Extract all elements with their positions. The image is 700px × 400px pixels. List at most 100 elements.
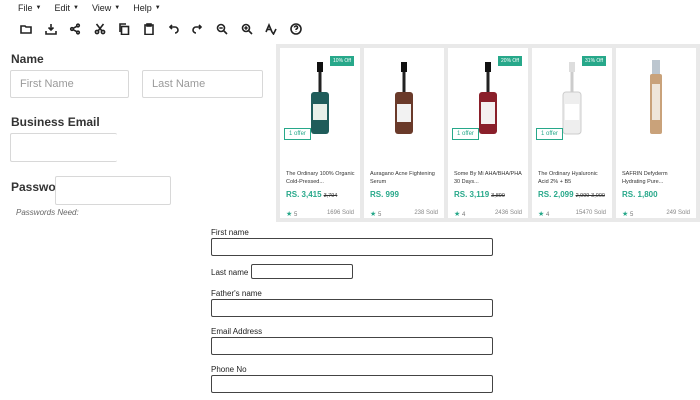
original-price: 3,794 (323, 193, 338, 199)
zoom-out-icon (216, 23, 228, 35)
menu-edit[interactable]: Edit ▼ (54, 3, 78, 13)
open-folder-icon (20, 25, 33, 34)
menu-help[interactable]: Help ▼ (133, 3, 160, 13)
star-icon: ★ (370, 211, 377, 218)
spellcheck-button[interactable] (259, 19, 284, 39)
undo-button[interactable] (161, 19, 186, 39)
copy-icon (119, 23, 130, 35)
current-price: RS. 2,099 (538, 190, 574, 199)
first-name-field[interactable] (211, 238, 493, 256)
star-icon: ★ (622, 211, 629, 218)
download-button[interactable] (39, 19, 64, 39)
product-rating: ★ 4 (538, 210, 549, 218)
product-name: SAFRIN Defyderm Hydrating Pure... (622, 171, 668, 185)
zoom-out-button[interactable] (210, 19, 235, 39)
product-price: RS. 3,415 3,794 (286, 190, 337, 199)
menu-edit-label: Edit (54, 3, 70, 13)
last-name-input[interactable]: Last Name (142, 70, 263, 98)
email-field[interactable] (211, 337, 493, 355)
help-button[interactable] (284, 19, 309, 39)
product-name: The Ordinary Hyaluronic Acid 2% + B5 (538, 171, 598, 185)
copy-button[interactable] (112, 19, 137, 39)
product-rating: ★ 5 (286, 210, 297, 218)
product-name: The Ordinary 100% Organic Cold-Pressed..… (286, 171, 355, 185)
rating-value: 4 (461, 212, 466, 218)
last-name-label: Last name (211, 268, 249, 277)
chevron-down-icon: ▼ (154, 5, 161, 11)
spellcheck-icon (265, 23, 277, 35)
product-card[interactable]: 10% Off 1 offer The Ordinary 100% Organi… (280, 48, 360, 218)
fathers-name-field[interactable] (211, 299, 493, 317)
first-name-label: First name (211, 228, 249, 237)
rating-value: 4 (545, 212, 550, 218)
chevron-down-icon: ▼ (72, 5, 79, 11)
first-name-input[interactable]: First Name (10, 70, 129, 98)
open-folder-button[interactable] (14, 19, 39, 39)
product-card[interactable]: 31% Off 1 offer The Ordinary Hyaluronic … (532, 48, 612, 218)
share-icon (70, 23, 81, 35)
serum-bottle-image (650, 60, 662, 134)
product-card[interactable]: 20% Off 1 offer Some By Mi AHA/BHA/PHA 3… (448, 48, 528, 218)
star-icon: ★ (286, 211, 293, 218)
rating-value: 5 (377, 212, 382, 218)
cut-icon (94, 23, 106, 35)
cut-button[interactable] (88, 19, 113, 39)
product-card[interactable]: Auragano Acne Fightening Serum RS. 999 ★… (364, 48, 444, 218)
product-rating: ★ 5 (370, 210, 381, 218)
chevron-down-icon: ▼ (35, 5, 42, 11)
phone-label: Phone No (211, 365, 247, 374)
undo-icon (169, 24, 179, 34)
sold-count: 249 Sold (666, 210, 690, 216)
serum-bottle-image (479, 62, 497, 134)
fathers-name-label: Father's name (211, 289, 262, 298)
signup-form: Name First Name Last Name Business Email… (0, 44, 275, 224)
current-price: RS. 3,415 (286, 190, 322, 199)
offer-tag: 1 offer (536, 128, 563, 140)
serum-bottle-image (395, 62, 413, 134)
serum-bottle-image (562, 62, 582, 135)
product-card[interactable]: SAFRIN Defyderm Hydrating Pure... RS. 1,… (616, 48, 696, 218)
paste-icon (143, 23, 154, 35)
email-label: Email Address (211, 327, 263, 336)
menu-view[interactable]: View ▼ (92, 3, 120, 13)
menu-file[interactable]: File ▼ (18, 3, 41, 13)
redo-icon (192, 24, 202, 34)
sold-count: 15470 Sold (575, 210, 606, 216)
menu-help-label: Help (133, 3, 152, 13)
sold-count: 238 Sold (414, 210, 438, 216)
product-grid: 10% Off 1 offer The Ordinary 100% Organi… (276, 44, 700, 222)
last-name-field[interactable] (251, 264, 353, 279)
password-hint: Passwords Need: (16, 208, 79, 217)
product-rating: ★ 4 (454, 210, 465, 218)
share-button[interactable] (63, 19, 88, 39)
toolbar (14, 19, 308, 39)
chevron-down-icon: ▼ (114, 5, 121, 11)
password-input[interactable] (55, 176, 171, 205)
paste-button[interactable] (137, 19, 162, 39)
sold-count: 1696 Sold (326, 210, 354, 216)
product-name: Auragano Acne Fightening Serum (370, 171, 435, 185)
business-email-input[interactable] (10, 133, 117, 162)
rating-value: 5 (629, 212, 634, 218)
current-price: RS. 999 (370, 190, 399, 199)
product-price: RS. 1,800 (622, 190, 658, 199)
star-icon: ★ (538, 211, 545, 218)
zoom-in-icon (241, 23, 253, 35)
serum-bottle-image (311, 62, 329, 134)
menu-bar: File ▼ Edit ▼ View ▼ Help ▼ (0, 0, 700, 16)
product-price: RS. 2,099 2,999-3,000 (538, 190, 605, 199)
download-icon (44, 24, 57, 35)
sold-count: 2436 Sold (494, 210, 522, 216)
phone-field[interactable] (211, 375, 493, 393)
name-label: Name (11, 52, 44, 66)
original-price: 3,899 (491, 193, 505, 199)
original-price: 2,999-3,000 (575, 193, 605, 199)
redo-button[interactable] (186, 19, 211, 39)
current-price: RS. 1,800 (622, 190, 658, 199)
business-email-label: Business Email (11, 115, 100, 129)
product-name: Some By Mi AHA/BHA/PHA 30 Days... (454, 171, 522, 185)
star-icon: ★ (454, 211, 461, 218)
current-price: RS. 3,119 (454, 190, 490, 199)
menu-file-label: File (18, 3, 33, 13)
zoom-in-button[interactable] (235, 19, 260, 39)
